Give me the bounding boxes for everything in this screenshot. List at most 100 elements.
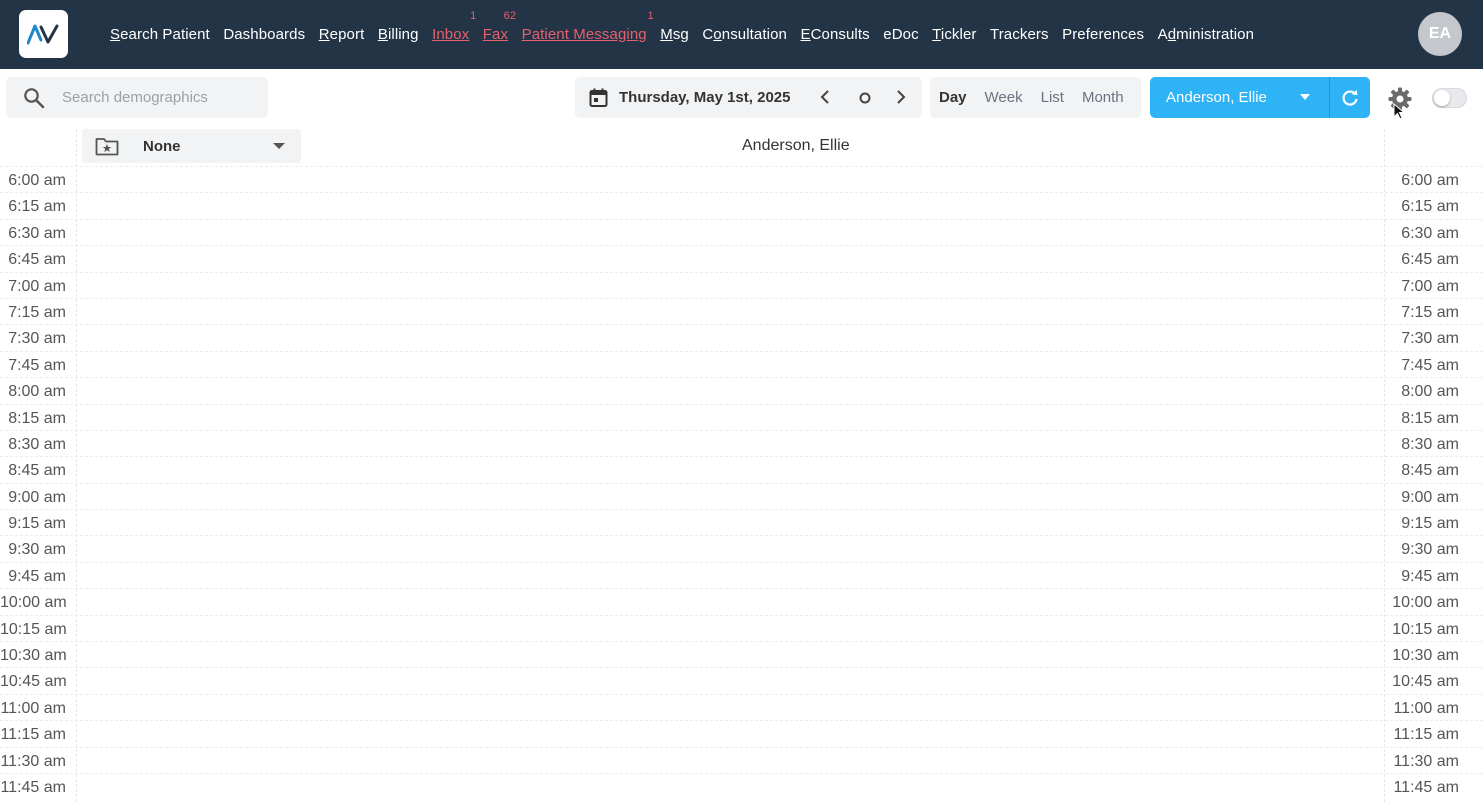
time-slot-row[interactable]: 8:00 am 8:00 am <box>0 377 1483 403</box>
time-label-left: 7:00 am <box>8 277 66 295</box>
nav-item-report[interactable]: Report <box>319 26 365 43</box>
time-label-right: 9:30 am <box>1401 541 1459 559</box>
time-slot-row[interactable]: 7:45 am 7:45 am <box>0 350 1483 377</box>
nav-item-label: Preferences <box>1062 26 1145 43</box>
time-label-right: 10:45 am <box>1392 673 1459 691</box>
time-label-right: 9:15 am <box>1401 515 1459 533</box>
time-slot-row[interactable]: 7:30 am 7:30 am <box>0 324 1483 350</box>
previous-day-button[interactable] <box>819 90 831 109</box>
time-label-left: 10:00 am <box>0 594 67 612</box>
time-label-right: 10:00 am <box>1392 594 1459 612</box>
nav-item-label: ministration <box>1176 26 1255 43</box>
time-slot-row[interactable]: 6:15 am 6:15 am <box>0 192 1483 218</box>
view-list-button[interactable]: List <box>1041 89 1064 106</box>
user-avatar[interactable]: EA <box>1418 12 1462 56</box>
nav-item-search-patient[interactable]: Search Patient <box>110 26 210 43</box>
time-slot-row[interactable]: 8:30 am 8:30 am <box>0 429 1483 456</box>
view-switcher: Day Week List Month <box>930 77 1141 118</box>
chevron-down-icon[interactable] <box>1300 94 1310 100</box>
time-slot-row[interactable]: 8:15 am 8:15 am <box>0 403 1483 430</box>
time-label-left: 8:45 am <box>8 462 66 480</box>
provider-column-header: Anderson, Ellie <box>742 137 850 154</box>
nav-item-label: Consults <box>810 26 870 43</box>
nav-item-label: S <box>110 26 121 43</box>
view-week-button[interactable]: Week <box>985 89 1023 106</box>
nav-item-label: illing <box>387 26 419 43</box>
time-label-right: 8:00 am <box>1401 383 1459 401</box>
time-label-right: 10:15 am <box>1392 620 1459 638</box>
nav-item-dashboards[interactable]: Dashboards <box>223 26 305 43</box>
time-slot-row[interactable]: 9:00 am 9:00 am <box>0 482 1483 509</box>
time-slot-row[interactable]: 6:45 am 6:45 am <box>0 245 1483 271</box>
nav-item-label: d <box>1167 26 1177 43</box>
nav-item-preferences[interactable]: Preferences <box>1062 26 1144 43</box>
time-slot-row[interactable]: 10:00 am 10:00 am <box>0 588 1483 614</box>
time-label-left: 11:00 am <box>0 699 66 717</box>
notification-badge: 1 <box>470 10 477 22</box>
time-slot-row[interactable]: 9:45 am 9:45 am <box>0 561 1483 588</box>
notification-badge: 62 <box>503 10 517 22</box>
nav-item-billing[interactable]: Billing <box>378 26 419 43</box>
nav-item-label: A <box>1157 26 1168 43</box>
time-label-left: 6:30 am <box>8 224 66 242</box>
time-label-left: 7:30 am <box>8 330 66 348</box>
nav-item-edoc[interactable]: eDoc <box>883 26 918 43</box>
top-navbar: Search Patient Dashboards Report Billing Inb… <box>0 0 1483 69</box>
time-label-right: 11:45 am <box>1393 778 1459 796</box>
nav-item-label: eport <box>329 26 365 43</box>
time-slot-row[interactable]: 8:45 am 8:45 am <box>0 456 1483 482</box>
time-slot-row[interactable]: 10:30 am 10:30 am <box>0 641 1483 667</box>
time-slot-row[interactable]: 7:00 am 7:00 am <box>0 271 1483 298</box>
time-label-left: 11:45 am <box>0 778 66 796</box>
today-button[interactable] <box>859 91 871 109</box>
time-label-left: 11:30 am <box>0 752 66 770</box>
appointment-filter-dropdown[interactable]: None <box>82 129 301 163</box>
nav-item-consultation[interactable]: Consultation <box>702 26 787 43</box>
time-label-left: 6:45 am <box>8 251 66 269</box>
view-day-button[interactable]: Day <box>939 89 967 106</box>
nav-item-trackers[interactable]: Trackers <box>990 26 1049 43</box>
time-grid: 6:00 am 6:00 am 6:15 am 6:15 am 6:30 am 6:30 … <box>0 166 1483 799</box>
nav-item-msg[interactable]: Msg <box>660 26 689 43</box>
nav-item-label: eDoc <box>883 26 919 43</box>
time-label-left: 10:30 am <box>0 647 67 665</box>
time-slot-row[interactable]: 11:00 am 11:00 am <box>0 693 1483 720</box>
time-slot-row[interactable]: 11:15 am 11:15 am <box>0 720 1483 746</box>
current-date-label[interactable]: Thursday, May 1st, 2025 <box>619 89 790 106</box>
mouse-cursor-icon <box>1393 102 1406 126</box>
calendar-icon[interactable] <box>589 88 608 112</box>
time-slot-row[interactable]: 11:30 am 11:30 am <box>0 746 1483 773</box>
time-slot-row[interactable]: 11:45 am 11:45 am <box>0 772 1483 799</box>
main-menu: Search Patient Dashboards Report Billing Inb… <box>110 0 1268 69</box>
toggle-switch[interactable] <box>1432 88 1467 108</box>
refresh-icon[interactable] <box>1340 88 1360 113</box>
nav-item-patient-messaging[interactable]: Patient Messaging 1 <box>522 10 654 43</box>
time-slot-row[interactable]: 6:30 am 6:30 am <box>0 218 1483 245</box>
time-slot-row[interactable]: 6:00 am 6:00 am <box>0 166 1483 192</box>
time-slot-row[interactable]: 9:15 am 9:15 am <box>0 509 1483 535</box>
time-label-right: 6:30 am <box>1401 224 1459 242</box>
time-slot-row[interactable]: 7:15 am 7:15 am <box>0 297 1483 324</box>
nav-item-administration[interactable]: Administration <box>1158 26 1254 43</box>
time-label-right: 8:15 am <box>1401 409 1459 427</box>
provider-selector[interactable]: Anderson, Ellie <box>1150 77 1370 118</box>
time-label-right: 7:00 am <box>1401 277 1459 295</box>
time-label-right: 6:15 am <box>1401 198 1459 216</box>
next-day-button[interactable] <box>895 90 907 109</box>
search-icon[interactable] <box>23 87 45 114</box>
search-demographics-input[interactable] <box>62 77 262 118</box>
nav-item-fax[interactable]: Fax 62 <box>483 10 516 43</box>
time-slot-row[interactable]: 10:45 am 10:45 am <box>0 667 1483 693</box>
nav-item-tickler[interactable]: Tickler <box>932 26 976 43</box>
app-logo[interactable] <box>19 10 68 58</box>
time-label-left: 9:45 am <box>8 567 66 585</box>
nav-item-inbox[interactable]: Inbox 1 <box>432 10 476 43</box>
time-slot-row[interactable]: 9:30 am 9:30 am <box>0 535 1483 561</box>
chevron-down-icon[interactable] <box>273 143 285 149</box>
view-month-button[interactable]: Month <box>1082 89 1124 106</box>
time-label-left: 10:15 am <box>0 620 67 638</box>
time-label-left: 9:15 am <box>8 515 66 533</box>
time-slot-row[interactable]: 10:15 am 10:15 am <box>0 614 1483 641</box>
nav-item-econsults[interactable]: EConsults <box>800 26 869 43</box>
time-label-left: 9:30 am <box>8 541 66 559</box>
